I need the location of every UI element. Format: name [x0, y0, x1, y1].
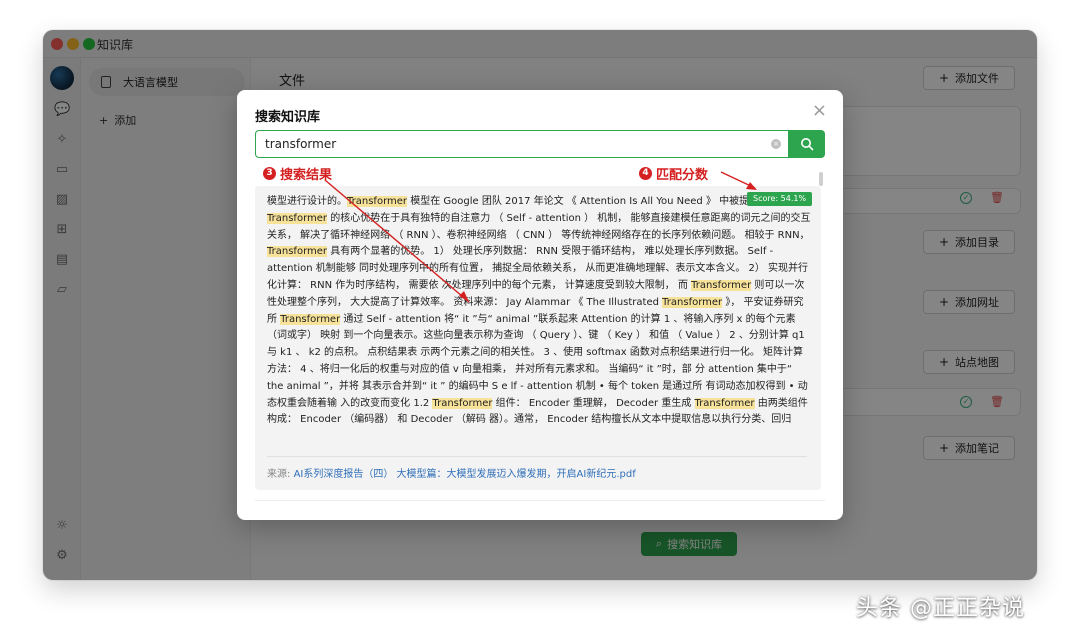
source-label: 来源: [267, 469, 291, 480]
highlight-term: Transformer [267, 212, 328, 224]
divider [255, 500, 825, 501]
watermark: 头条 @正正杂说 [856, 596, 1025, 621]
result-text: 模型进行设计的。Transformer 模型在 Google 团队 2017 年… [267, 194, 811, 429]
score-badge: Score: 54.1% [747, 192, 813, 206]
modal-title: 搜索知识库 [255, 110, 321, 125]
highlight-term: Transformer [267, 246, 328, 258]
annotation-number: 3 [263, 167, 276, 180]
annotation-number: 4 [639, 167, 652, 180]
highlight-term: Transformer [432, 397, 493, 409]
result-source: 来源: AI系列深度报告（四） 大模型篇：大模型发展迈入爆发期，开启AI新纪元.… [267, 456, 807, 480]
clear-icon[interactable]: × [771, 139, 781, 149]
highlight-term: Transformer [694, 397, 755, 409]
result-segment: 通过 Self - attention 将“ it ”与“ animal ”联系… [267, 313, 808, 409]
highlight-term: Transformer [280, 313, 341, 325]
search-input[interactable] [255, 130, 789, 158]
highlight-term: Transformer [662, 296, 723, 308]
annotation-search-results: 3 搜索结果 [263, 164, 332, 183]
result-segment: 模型在 Google 团队 2017 年论文 《 Attention Is Al… [407, 196, 770, 207]
close-icon[interactable]: × [812, 102, 827, 120]
search-result-card: 模型进行设计的。Transformer 模型在 Google 团队 2017 年… [255, 186, 821, 490]
result-segment: 的核心优势在于具有独特的自注意力 （ Self - attention ） 机制… [267, 212, 811, 241]
search-icon [801, 138, 814, 151]
annotation-match-score: 4 匹配分数 [639, 164, 708, 183]
scrollbar[interactable] [819, 172, 823, 186]
source-link[interactable]: AI系列深度报告（四） 大模型篇：大模型发展迈入爆发期，开启AI新纪元.pdf [294, 469, 636, 480]
annotation-label: 匹配分数 [656, 168, 709, 183]
search-button[interactable] [789, 130, 825, 158]
annotation-label: 搜索结果 [280, 168, 333, 183]
highlight-term: Transformer [691, 279, 752, 291]
search-modal: 搜索知识库 × × 3 搜索结果 4 匹配分数 模型进行设计的。Transfor… [237, 90, 843, 520]
result-segment: 模型进行设计的。 [267, 196, 347, 207]
highlight-term: Transformer [347, 196, 408, 207]
result-segment: 组件： Encoder 重理解， Decoder 重生成 [492, 397, 695, 409]
search-bar: × [255, 130, 825, 158]
